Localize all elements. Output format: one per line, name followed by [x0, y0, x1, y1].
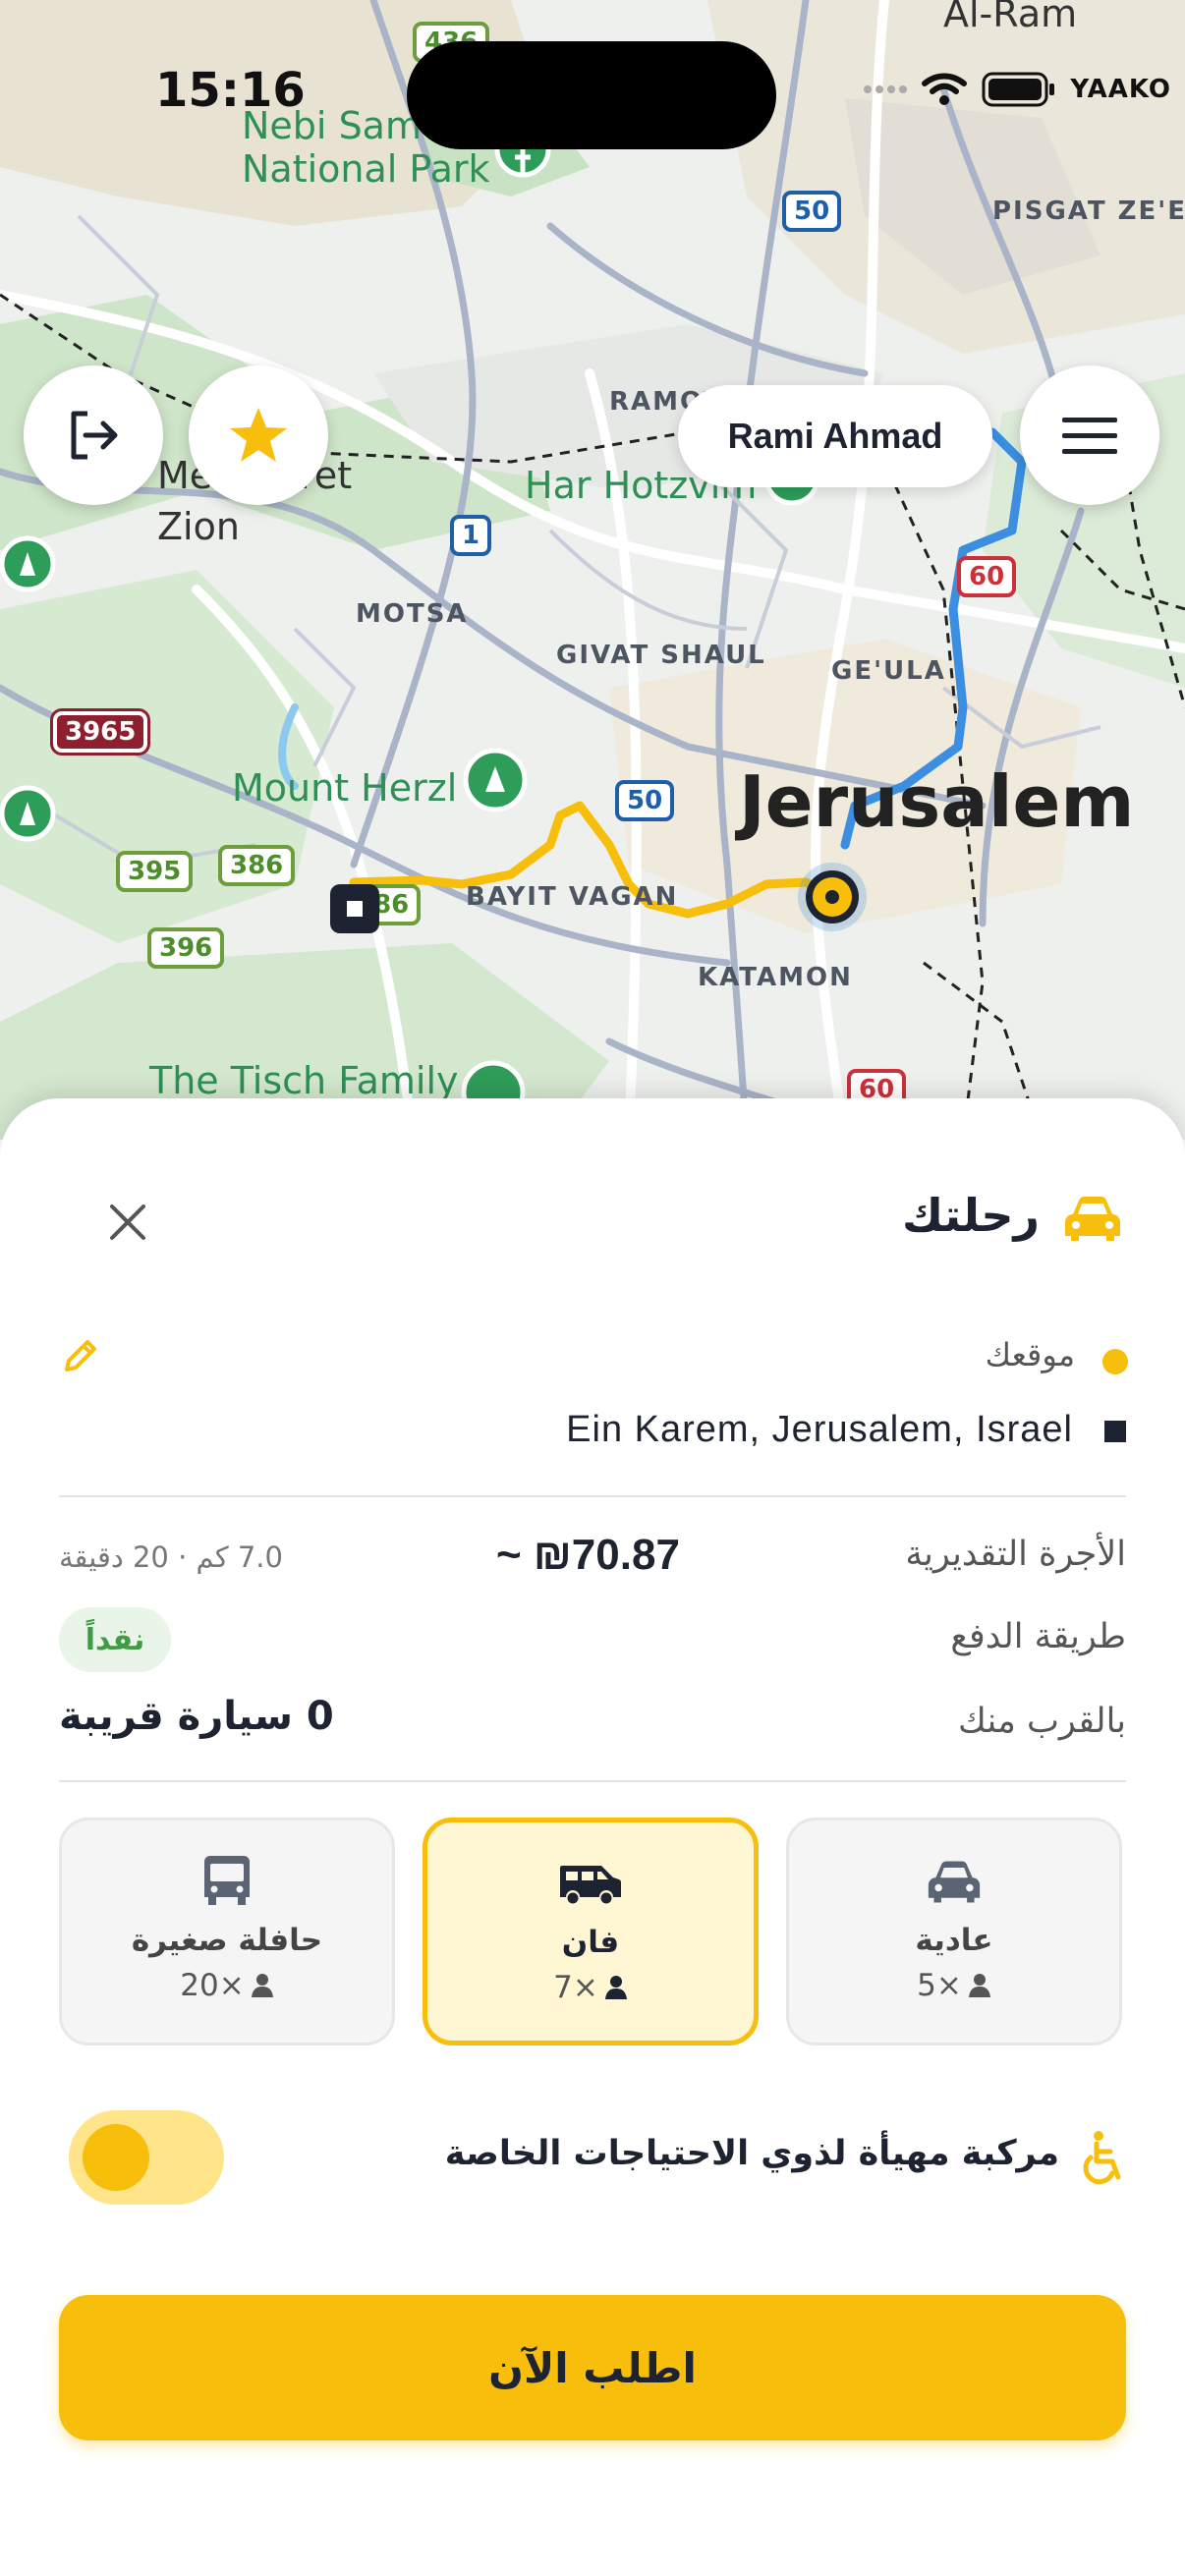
dynamic-island: [407, 41, 776, 149]
map-view[interactable]: Al-Ram Nebi Samwil National Park PISGAT …: [0, 0, 1185, 1140]
map-label-al-ram: Al-Ram: [943, 0, 1078, 35]
origin-marker: [806, 870, 859, 924]
road-shield: 396: [147, 927, 225, 969]
vehicle-name: عادية: [915, 1923, 993, 1958]
trip-distance-duration: 7.0 كم · 20 دقيقة: [59, 1540, 283, 1574]
road-shield: 386: [218, 845, 296, 886]
road-shield: 1: [450, 515, 492, 556]
status-indicators: YAAKO: [864, 71, 1171, 108]
accessibility-toggle[interactable]: [69, 2110, 224, 2205]
accessibility-label: مركبة مهيأة لذوي الاحتياجات الخاصة: [444, 2134, 1059, 2173]
map-label-tisch-family: The Tisch Family: [149, 1059, 459, 1102]
person-icon: [251, 1974, 273, 1997]
road-shield: 60: [957, 556, 1017, 597]
carrier-label: YAAKO: [1070, 75, 1171, 104]
payment-method-badge[interactable]: نقداً: [59, 1607, 171, 1672]
vehicle-name: فان: [561, 1925, 620, 1960]
close-icon: [110, 1204, 145, 1240]
battery-icon: [982, 72, 1055, 107]
divider: [59, 1495, 1126, 1497]
toggle-knob: [83, 2124, 149, 2191]
origin-dot: [1102, 1349, 1128, 1374]
divider: [59, 1780, 1126, 1782]
car-icon: [928, 1861, 981, 1903]
order-now-button[interactable]: اطلب الآن: [59, 2295, 1126, 2440]
close-button[interactable]: [98, 1193, 157, 1252]
map-label-jerusalem: Jerusalem: [739, 760, 1135, 843]
sheet-title: رحلتك: [901, 1189, 1040, 1242]
destination-marker: [330, 884, 379, 933]
menu-icon: [1062, 418, 1117, 454]
vehicle-capacity: 5×: [917, 1968, 962, 2003]
map-label-mount-herzl: Mount Herzl: [232, 766, 458, 810]
person-icon: [968, 1974, 990, 1997]
map-label-motsa: MOTSA: [356, 599, 469, 629]
map-label-bayit-vagan: BAYIT VAGAN: [466, 882, 679, 912]
nearby-label: بالقرب منك: [958, 1702, 1126, 1741]
car-icon: [1065, 1197, 1120, 1241]
nearby-cars-count: 0 سيارة قريبة: [59, 1694, 334, 1739]
destination-label: Ein Karem, Jerusalem, Israel: [566, 1409, 1073, 1450]
vehicle-option-van[interactable]: فان 7×: [423, 1818, 759, 2045]
person-icon: [604, 1976, 627, 1999]
road-shield: 50: [782, 191, 842, 232]
map-label-geula: GE'ULA: [831, 656, 946, 686]
logout-button[interactable]: [24, 365, 163, 505]
bus-icon: [204, 1856, 250, 1905]
road-shield: 50: [615, 780, 675, 821]
map-label-katamon: KATAMON: [698, 963, 853, 992]
vehicle-capacity: 7×: [553, 1970, 598, 2005]
logout-icon: [71, 411, 118, 460]
vehicle-option-regular[interactable]: عادية 5×: [786, 1818, 1122, 2045]
status-time: 15:16: [155, 63, 306, 118]
road-shield: 3965: [53, 711, 148, 753]
star-icon: [230, 408, 287, 462]
user-name-chip[interactable]: Rami Ahmad: [678, 385, 992, 487]
trip-sheet: رحلتك موقعك Ein Karem, Jerusalem, Israel…: [0, 1098, 1185, 2576]
vehicle-name: حافلة صغيرة: [131, 1923, 323, 1958]
fare-value: ~ ₪70.87: [496, 1531, 680, 1579]
destination-square: [1104, 1421, 1126, 1442]
road-shield: 395: [116, 851, 194, 892]
fare-label: الأجرة التقديرية: [905, 1535, 1126, 1574]
signal-icon: [864, 85, 908, 93]
map-label-givat-shaul: GIVAT SHAUL: [556, 641, 766, 670]
van-icon: [560, 1866, 621, 1904]
map-label-pisgat-zeev: PISGAT ZE'EV: [992, 196, 1185, 226]
menu-button[interactable]: [1020, 365, 1159, 505]
favorites-button[interactable]: [189, 365, 328, 505]
pencil-icon[interactable]: [59, 1334, 102, 1377]
origin-label: موقعك: [985, 1336, 1075, 1373]
wifi-icon: [922, 73, 968, 105]
wheelchair-icon: [1083, 2131, 1121, 2185]
vehicle-option-minibus[interactable]: حافلة صغيرة 20×: [59, 1818, 395, 2045]
payment-method-label: طريقة الدفع: [950, 1617, 1126, 1656]
vehicle-capacity: 20×: [180, 1968, 245, 2003]
